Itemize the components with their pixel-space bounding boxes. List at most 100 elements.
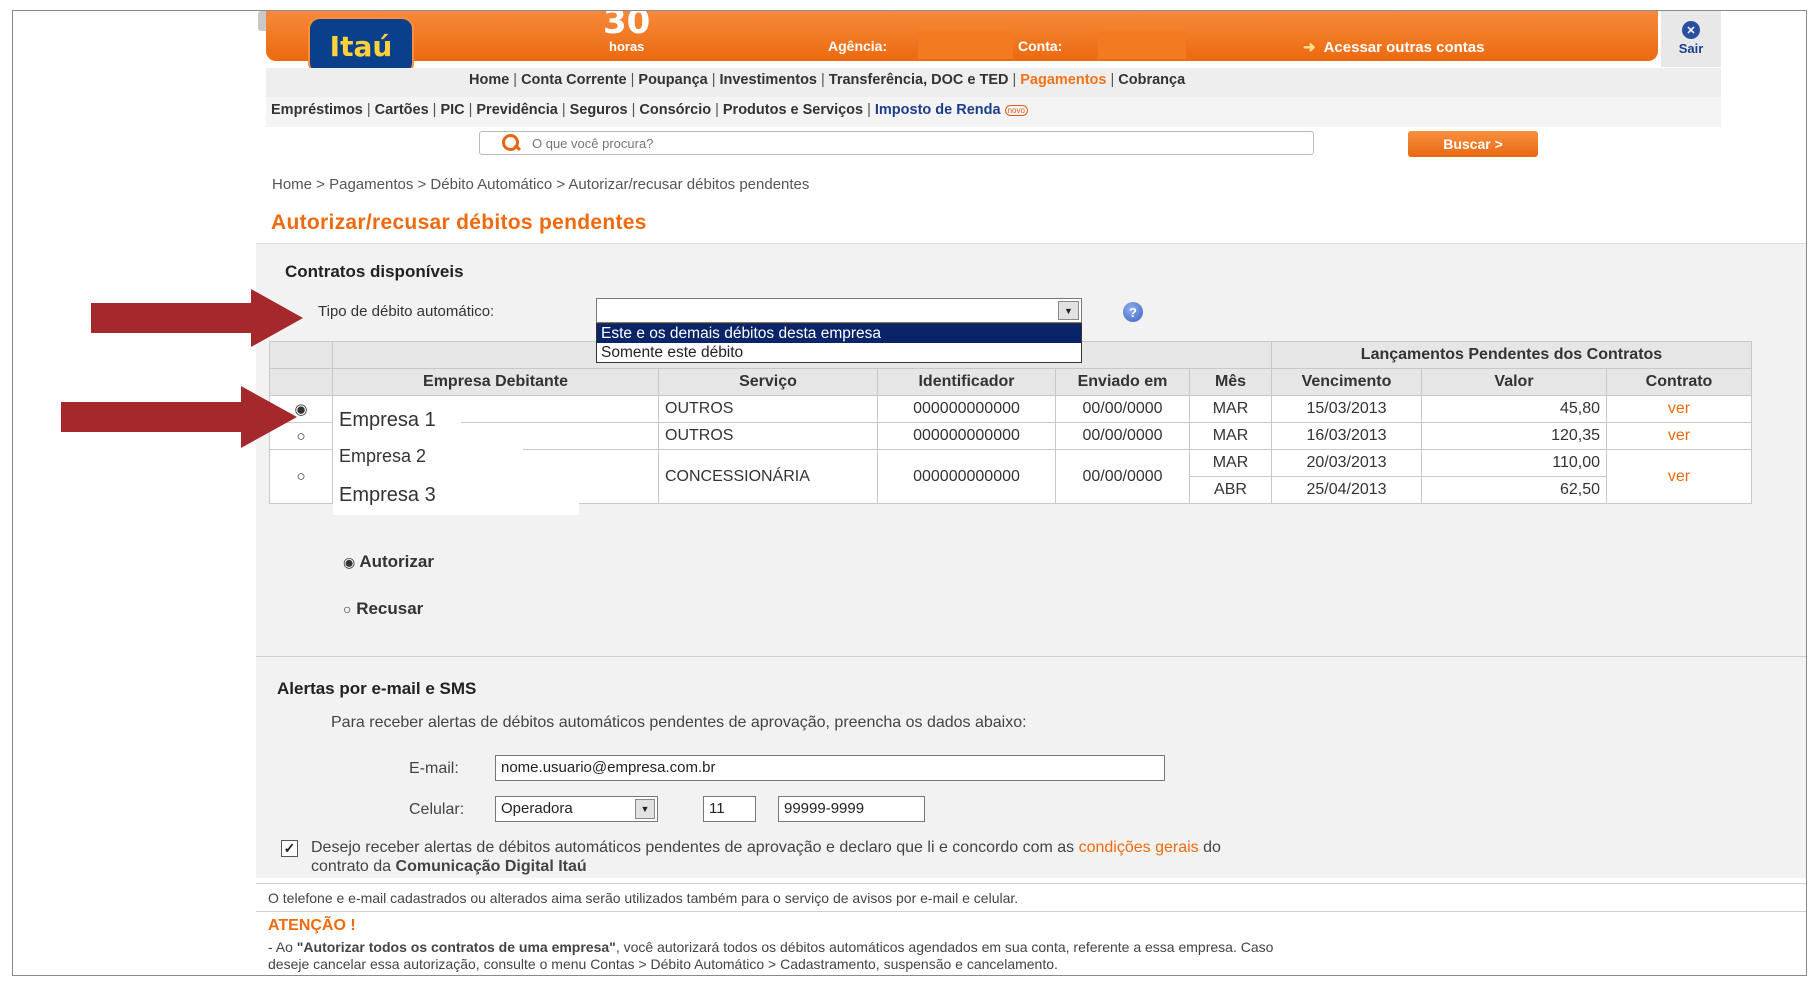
help-icon[interactable]: ? — [1123, 302, 1143, 322]
operadora-value: Operadora — [501, 800, 573, 817]
brand-30: 30 — [603, 10, 651, 42]
nav-produtos-servicos[interactable]: Produtos e Serviços — [723, 102, 863, 118]
novo-badge: novo — [1004, 104, 1028, 116]
search-input[interactable] — [532, 135, 1132, 151]
cell-valor: 110,00 — [1421, 449, 1607, 477]
nav-seguros[interactable]: Seguros — [570, 102, 628, 118]
nav-imposto-de-renda[interactable]: Imposto de Renda — [875, 102, 1001, 118]
col-vencimento: Vencimento — [1271, 368, 1422, 396]
condicoes-gerais-link[interactable]: condições gerais — [1079, 839, 1199, 856]
nav-transferencia[interactable]: Transferência, DOC e TED — [829, 72, 1009, 88]
col-mes: Mês — [1189, 368, 1272, 396]
nav-conta-corrente[interactable]: Conta Corrente — [521, 72, 627, 88]
cell-valor: 120,35 — [1421, 422, 1607, 450]
group-header: Lançamentos Pendentes dos Contratos — [1271, 341, 1752, 369]
col-contrato: Contrato — [1606, 368, 1752, 396]
nav-home[interactable]: Home — [469, 72, 509, 88]
consent-text-line2: contrato da Comunicação Digital Itaú — [311, 858, 587, 875]
nav-consorcio[interactable]: Consórcio — [639, 102, 711, 118]
radio-selected-icon: ◉ — [343, 554, 356, 570]
table-header-row: Empresa Debitante Serviço Identificador … — [269, 368, 1752, 396]
ver-contrato-link[interactable]: ver — [1606, 422, 1752, 450]
autorizar-option[interactable]: ◉ Autorizar — [343, 552, 434, 572]
col-enviado: Enviado em — [1055, 368, 1190, 396]
alerts-instructions: Para receber alertas de débitos automáti… — [331, 714, 1027, 731]
buscar-button[interactable]: Buscar > — [1408, 131, 1538, 157]
atencao-heading: ATENÇÃO ! — [268, 917, 356, 934]
cell-identificador: 000000000000 — [877, 449, 1056, 504]
email-input[interactable]: nome.usuario@empresa.com.br — [495, 755, 1165, 781]
nav-pagamentos[interactable]: Pagamentos — [1020, 72, 1106, 88]
agencia-value-box — [918, 31, 1013, 59]
recusar-label: Recusar — [356, 599, 424, 618]
tipo-debito-dropdown-list: Este e os demais débitos desta empresa S… — [596, 323, 1082, 363]
annotation-arrow-icon — [91, 289, 303, 347]
close-icon: ✕ — [1682, 21, 1700, 39]
consent-checkbox[interactable]: ✓ — [281, 840, 298, 857]
radio-icon: ○ — [343, 601, 352, 617]
nav-poupanca[interactable]: Poupança — [638, 72, 707, 88]
operadora-select[interactable]: Operadora ▼ — [495, 796, 658, 822]
cell-valor: 45,80 — [1421, 395, 1607, 423]
chevron-down-icon[interactable]: ▼ — [1058, 301, 1079, 320]
nav-investimentos[interactable]: Investimentos — [719, 72, 817, 88]
conta-label: Conta: — [1018, 38, 1063, 54]
cell-servico: CONCESSIONÁRIA — [658, 449, 878, 504]
nav-pic[interactable]: PIC — [440, 102, 464, 118]
acessar-outras-label: Acessar outras contas — [1323, 39, 1485, 56]
conta-value-box — [1098, 31, 1186, 59]
empresa-1-label: Empresa 1 — [333, 403, 461, 437]
ver-contrato-link[interactable]: ver — [1606, 395, 1752, 423]
cell-vencimento: 15/03/2013 — [1271, 395, 1422, 423]
dropdown-option-somente[interactable]: Somente este débito — [597, 343, 1081, 362]
search-icon — [500, 132, 522, 154]
cell-enviado: 00/00/0000 — [1055, 422, 1190, 450]
empresa-2-label: Empresa 2 — [333, 441, 523, 471]
secondary-nav: Empréstimos | Cartões | PIC | Previdência | … — [271, 102, 1028, 118]
main-nav: Home | Conta Corrente | Poupança | Investim… — [469, 72, 1186, 88]
atencao-text-line2: deseje cancelar essa autorização, consul… — [268, 956, 1058, 972]
atencao-text: - Ao "Autorizar todos os contratos de um… — [268, 939, 1274, 955]
annotation-arrow-icon — [61, 386, 297, 448]
cell-identificador: 000000000000 — [877, 422, 1056, 450]
col-identificador: Identificador — [877, 368, 1056, 396]
col-empresa: Empresa Debitante — [332, 368, 659, 396]
itau-logo[interactable]: Itaú — [308, 17, 414, 75]
chevron-down-icon[interactable]: ▼ — [635, 799, 655, 819]
cell-vencimento: 25/04/2013 — [1271, 476, 1422, 504]
recusar-option[interactable]: ○ Recusar — [343, 599, 423, 619]
divider — [256, 911, 1806, 912]
autorizar-label: Autorizar — [359, 552, 434, 571]
sair-label: Sair — [1678, 41, 1704, 56]
cell-servico: OUTROS — [658, 422, 878, 450]
phone-input[interactable]: 99999-9999 — [778, 796, 925, 822]
acessar-outras-contas-link[interactable]: ➜ Acessar outras contas — [1303, 38, 1484, 56]
cell-vencimento: 20/03/2013 — [1271, 449, 1422, 477]
nav-cobranca[interactable]: Cobrança — [1118, 72, 1185, 88]
nav-previdencia[interactable]: Previdência — [476, 102, 557, 118]
consent-text: Desejo receber alertas de débitos automá… — [311, 839, 1221, 856]
divider — [256, 883, 1806, 884]
cell-mes: ABR — [1189, 476, 1272, 504]
divider — [256, 656, 1806, 657]
row-radio[interactable]: ○ — [269, 449, 333, 504]
sair-button[interactable]: ✕ Sair — [1661, 11, 1721, 67]
contratos-title: Contratos disponíveis — [285, 262, 464, 281]
cell-valor: 62,50 — [1421, 476, 1607, 504]
note-text: O telefone e e-mail cadastrados ou alter… — [268, 890, 1019, 906]
search-box — [479, 131, 1314, 155]
alerts-title: Alertas por e-mail e SMS — [277, 679, 477, 698]
cell-mes: MAR — [1189, 395, 1272, 423]
tipo-debito-select[interactable]: ▼ — [596, 298, 1082, 323]
ddd-input[interactable]: 11 — [703, 796, 756, 822]
cell-mes: MAR — [1189, 422, 1272, 450]
arrow-right-icon: ➜ — [1303, 39, 1316, 56]
brand-horas: horas — [609, 39, 645, 54]
dropdown-option-todos[interactable]: Este e os demais débitos desta empresa — [597, 324, 1081, 343]
cell-enviado: 00/00/0000 — [1055, 449, 1190, 504]
nav-cartoes[interactable]: Cartões — [375, 102, 429, 118]
nav-emprestimos[interactable]: Empréstimos — [271, 102, 363, 118]
cell-servico: OUTROS — [658, 395, 878, 423]
ver-contrato-link[interactable]: ver — [1606, 449, 1752, 504]
email-label: E-mail: — [409, 760, 459, 777]
